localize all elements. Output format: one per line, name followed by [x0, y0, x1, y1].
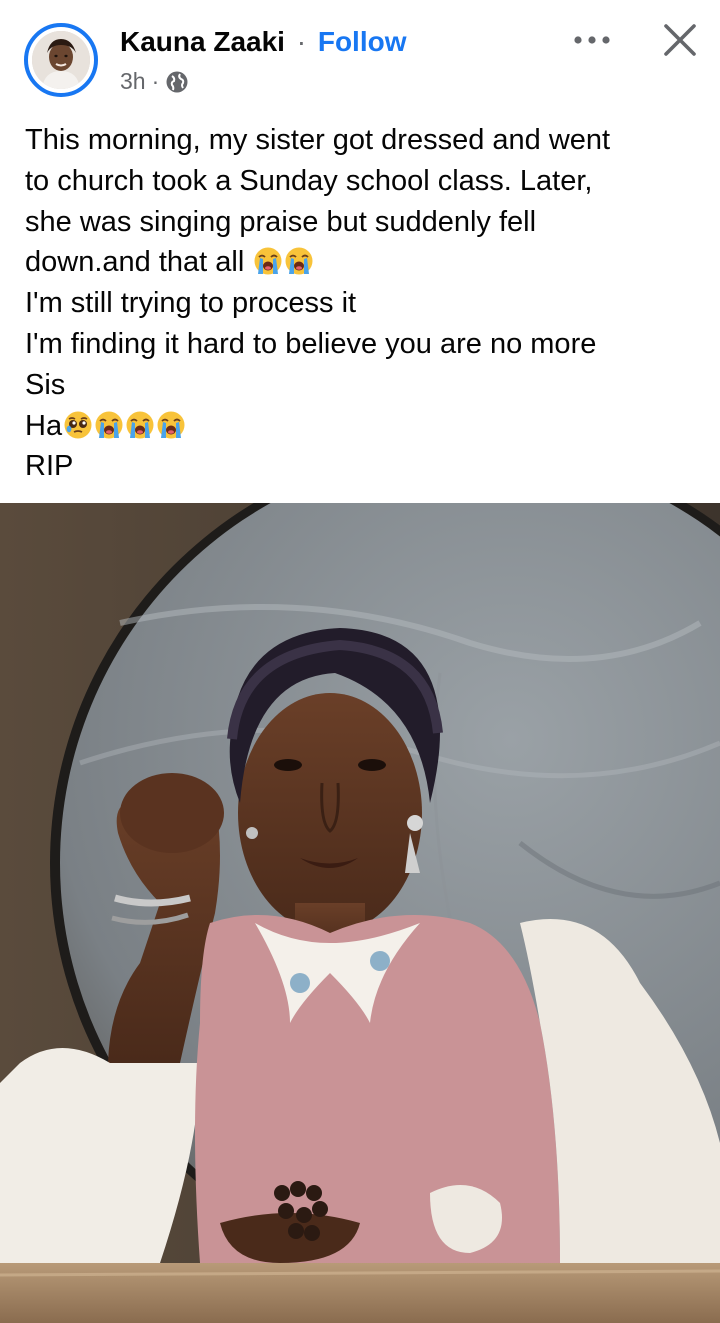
- post-text-line: Sis: [25, 365, 705, 406]
- loudly-crying-face-icon: [94, 410, 124, 440]
- more-horizontal-icon: [574, 36, 610, 44]
- post-text-line: to church took a Sunday school class. La…: [25, 161, 705, 202]
- post-text-line: I'm finding it hard to believe you are n…: [25, 324, 705, 365]
- loudly-crying-face-icon: [125, 410, 155, 440]
- author-name[interactable]: Kauna Zaaki: [120, 26, 285, 57]
- post-text-content: I'm finding it hard to believe you are n…: [25, 327, 597, 360]
- post-text-line: This morning, my sister got dressed and …: [25, 120, 705, 161]
- post-text-line: I'm still trying to process it: [25, 283, 705, 324]
- loudly-crying-face-icon: [284, 246, 314, 276]
- close-icon: [664, 24, 696, 56]
- loudly-crying-face-icon: [253, 246, 283, 276]
- avatar[interactable]: [24, 23, 98, 97]
- close-button[interactable]: [656, 18, 704, 62]
- pleading-face-icon: [63, 410, 93, 440]
- post-text-line: RIP: [25, 446, 705, 487]
- post-text-content: I'm still trying to process it: [25, 287, 357, 320]
- post-text-line: she was singing praise but suddenly fell: [25, 202, 705, 243]
- post-text-content: she was singing praise but suddenly fell: [25, 205, 537, 238]
- post-photo[interactable]: [0, 503, 720, 1323]
- post-text-content: RIP: [25, 450, 74, 483]
- post-text-content: to church took a Sunday school class. La…: [25, 164, 593, 197]
- post-text-content: down.and that all: [25, 246, 253, 279]
- avatar-photo: [32, 31, 90, 89]
- post-text-content: This morning, my sister got dressed and …: [25, 124, 611, 156]
- post-text-line: Ha: [25, 406, 705, 447]
- post-header: Kauna Zaaki · Follow 3h ·: [0, 0, 720, 110]
- post-text-line: down.and that all: [25, 242, 705, 283]
- post-meta: 3h ·: [120, 68, 189, 95]
- post-text-content: Ha: [25, 409, 63, 442]
- post-time[interactable]: 3h: [120, 68, 146, 95]
- name-separator: ·: [296, 26, 307, 57]
- follow-button[interactable]: Follow: [318, 26, 407, 57]
- post-text: This morning, my sister got dressed and …: [25, 120, 705, 487]
- post-text-content: Sis: [25, 368, 66, 401]
- loudly-crying-face-icon: [156, 410, 186, 440]
- author-line: Kauna Zaaki · Follow: [120, 26, 407, 58]
- globe-icon: [165, 70, 189, 94]
- meta-separator: ·: [151, 68, 160, 94]
- more-options-button[interactable]: [566, 22, 618, 58]
